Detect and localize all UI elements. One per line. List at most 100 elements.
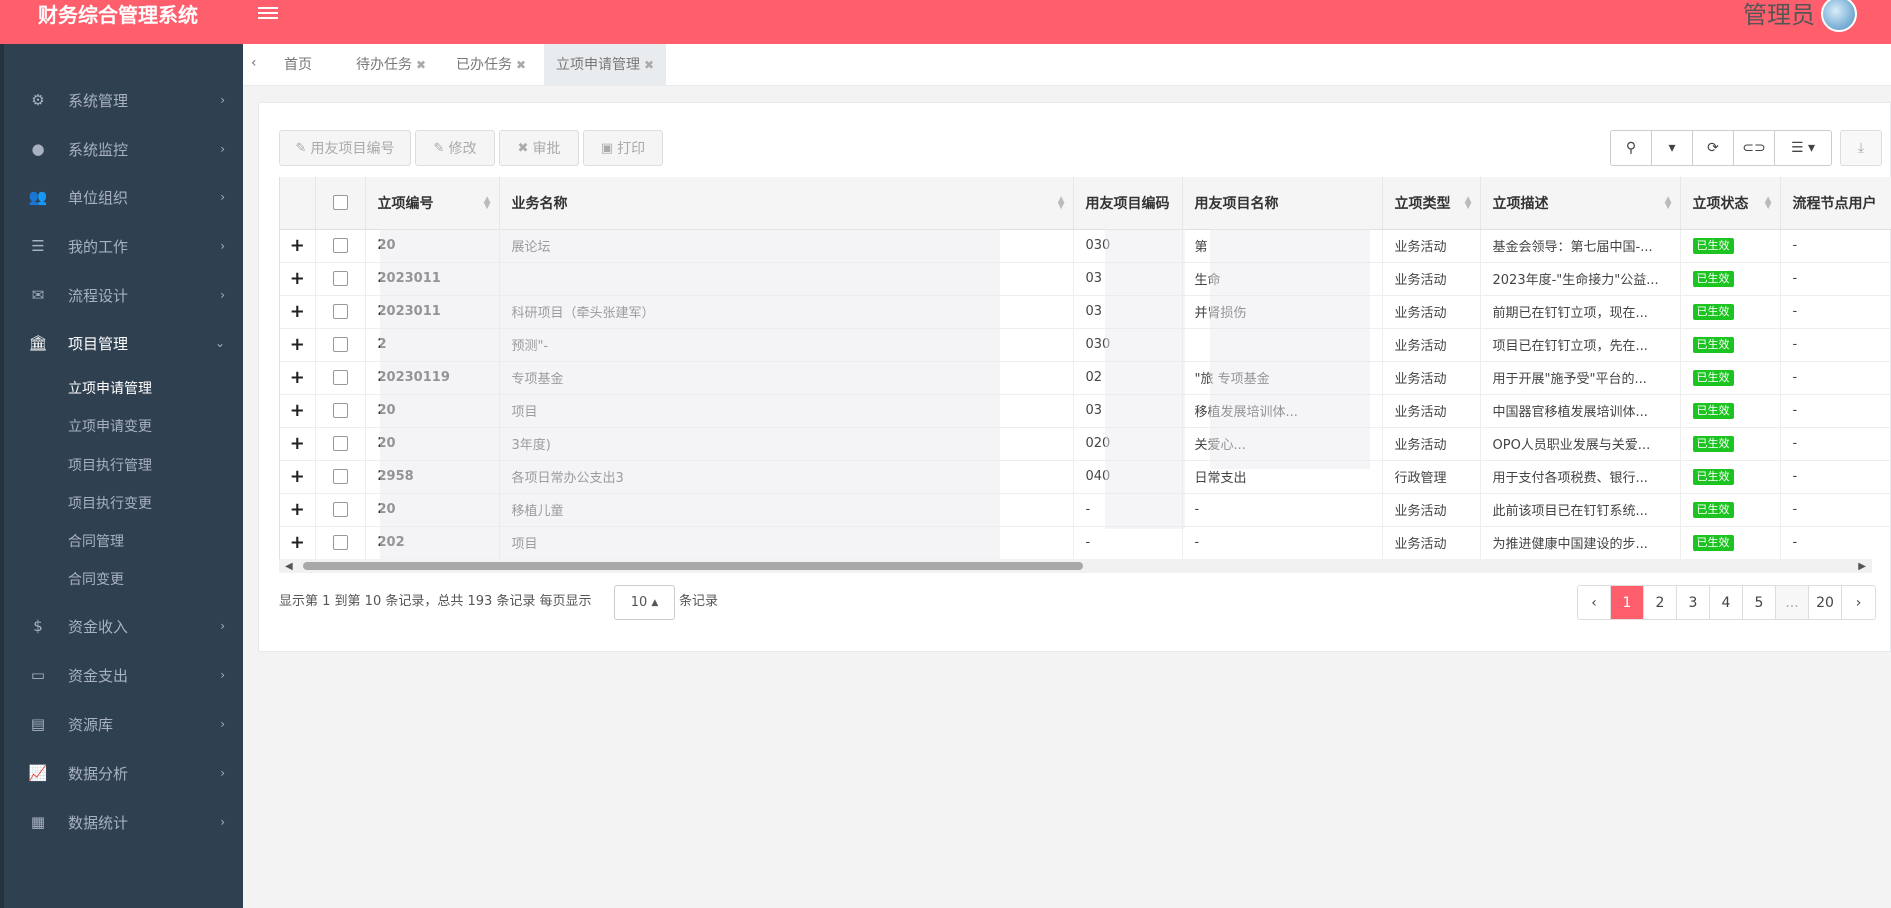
- select-all-checkbox[interactable]: [315, 177, 366, 230]
- edit-button[interactable]: ✎ 修改: [415, 130, 495, 166]
- submenu-item[interactable]: 立项申请变更: [68, 415, 152, 439]
- hamburger-menu-icon[interactable]: [258, 4, 278, 24]
- table-row[interactable]: +2 预测"- 030 业务活动 项目已在钉钉立项，先在... 已生效 -: [280, 328, 1891, 362]
- avatar[interactable]: [1821, 0, 1857, 32]
- horizontal-scrollbar[interactable]: ◀ ▶: [279, 559, 1872, 573]
- cell-project-desc: 此前该项目已在钉钉系统...: [1480, 493, 1681, 527]
- tab-label: 已办任务: [456, 57, 512, 73]
- row-checkbox[interactable]: [315, 460, 366, 494]
- submenu-item[interactable]: 合同变更: [68, 568, 124, 592]
- scroll-left-icon[interactable]: ◀: [285, 561, 293, 572]
- table-row[interactable]: +2023011 科研项目（牵头张建军） 03 并肾损伤 业务活动 前期已在钉钉立项，现在…: [280, 295, 1891, 329]
- tab-done[interactable]: 已办任务 ✖: [444, 44, 538, 86]
- sidebar-item-resources[interactable]: ▤ 资源库 ›: [0, 704, 243, 744]
- sidebar-item-flow[interactable]: ✉ 流程设计 ›: [0, 275, 243, 315]
- row-checkbox[interactable]: [315, 328, 366, 362]
- scroll-right-icon[interactable]: ▶: [1858, 561, 1866, 572]
- user-name[interactable]: 管理员: [1743, 0, 1815, 30]
- column-header[interactable]: 立项编号 ▲ ▼: [365, 177, 500, 230]
- table-row[interactable]: +20 移植儿童 - - 业务活动 此前该项目已在钉钉系统... 已生效 -: [280, 493, 1891, 527]
- next-page-button[interactable]: ›: [1842, 586, 1875, 619]
- download-icon[interactable]: ⤓: [1840, 130, 1882, 166]
- sidebar-item-stats[interactable]: ▦ 数据统计 ›: [0, 802, 243, 842]
- column-header[interactable]: 立项描述 ▲ ▼: [1480, 177, 1681, 230]
- edit-icon: ✎: [295, 140, 307, 156]
- cell-business-name: 展论坛: [499, 229, 1074, 263]
- table-row[interactable]: +2958 各项日常办公支出3 040 日常支出 行政管理 用于支付各项税费、银行... 已…: [280, 460, 1891, 494]
- expand-row-icon[interactable]: +: [280, 361, 316, 395]
- expand-row-icon[interactable]: +: [280, 229, 316, 263]
- tab-project-apply[interactable]: 立项申请管理 ✖: [544, 44, 667, 86]
- cell-yonyou-name: "旅 专项基金: [1182, 361, 1383, 395]
- submenu-item[interactable]: 合同管理: [68, 530, 124, 554]
- page-button[interactable]: 1: [1611, 586, 1644, 619]
- cell-project-id: 202: [365, 526, 500, 559]
- sidebar-item-income[interactable]: $ 资金收入 ›: [0, 606, 243, 646]
- column-header[interactable]: 立项类型 ▲ ▼: [1382, 177, 1481, 230]
- table-row[interactable]: +20230119 专项基金 02 "旅 专项基金 业务活动 用于开展"施予受"平台的..…: [280, 361, 1891, 395]
- toggle-view-icon[interactable]: ⊂⊃: [1734, 131, 1775, 165]
- prev-page-button[interactable]: ‹: [1578, 586, 1611, 619]
- search-icon[interactable]: ⚲: [1611, 131, 1652, 165]
- page-button[interactable]: 20: [1809, 586, 1842, 619]
- approve-button[interactable]: ✖ 审批: [499, 130, 579, 166]
- refresh-icon[interactable]: ⟳: [1693, 131, 1734, 165]
- column-header[interactable]: 业务名称 ▲ ▼: [499, 177, 1074, 230]
- toggle-pagination-icon[interactable]: ▾: [1652, 131, 1693, 165]
- sidebar-item-work[interactable]: ☰ 我的工作 ›: [0, 226, 243, 266]
- page-button[interactable]: 4: [1710, 586, 1743, 619]
- sidebar-item-system[interactable]: ⚙ 系统管理 ›: [0, 80, 243, 120]
- table-row[interactable]: +202 项目 - - 业务活动 为推进健康中国建设的步... 已生效 -: [280, 526, 1891, 559]
- columns-icon[interactable]: ☰ ▾: [1775, 131, 1831, 165]
- expand-row-icon[interactable]: +: [280, 262, 316, 296]
- row-checkbox[interactable]: [315, 493, 366, 527]
- submenu-item[interactable]: 项目执行管理: [68, 454, 152, 478]
- sidebar-item-monitor[interactable]: ● 系统监控 ›: [0, 129, 243, 169]
- column-header[interactable]: 立项状态 ▲ ▼: [1680, 177, 1781, 230]
- expand-row-icon[interactable]: +: [280, 460, 316, 494]
- close-icon[interactable]: ✖: [644, 58, 654, 72]
- sidebar-item-label: 单位组织: [68, 188, 129, 207]
- submenu-item[interactable]: 立项申请管理: [68, 377, 152, 401]
- column-header[interactable]: 用友项目名称: [1182, 177, 1383, 230]
- page-button[interactable]: 3: [1677, 586, 1710, 619]
- close-icon[interactable]: ✖: [416, 58, 426, 72]
- table-row[interactable]: +2023011 03 生命 业务活动 2023年度-"生命接力"公益... 已生效 -: [280, 262, 1891, 296]
- row-checkbox[interactable]: [315, 262, 366, 296]
- sidebar-item-org[interactable]: 👥 单位组织 ›: [0, 177, 243, 217]
- expand-row-icon[interactable]: +: [280, 526, 316, 559]
- expand-row-icon[interactable]: +: [280, 328, 316, 362]
- tab-todo[interactable]: 待办任务 ✖: [344, 44, 438, 86]
- expand-row-icon[interactable]: +: [280, 427, 316, 461]
- scrollbar-thumb[interactable]: [303, 562, 1083, 570]
- row-checkbox[interactable]: [315, 361, 366, 395]
- page-button[interactable]: 2: [1644, 586, 1677, 619]
- submenu-item[interactable]: 项目执行变更: [68, 492, 152, 516]
- expand-row-icon[interactable]: +: [280, 493, 316, 527]
- sidebar-item-analysis[interactable]: 📈 数据分析 ›: [0, 753, 243, 793]
- sidebar-item-project[interactable]: 🏛 项目管理 ⌄: [0, 323, 243, 363]
- table-row[interactable]: +20 项目 03 移植发展培训体... 业务活动 中国器官移植发展培训体... 已生效 -: [280, 394, 1891, 428]
- column-header[interactable]: 用友项目编码: [1073, 177, 1183, 230]
- column-header[interactable]: 流程节点用户: [1780, 177, 1891, 230]
- sidebar-item-label: 流程设计: [68, 286, 129, 305]
- yonyou-code-button[interactable]: ✎ 用友项目编号: [279, 130, 411, 166]
- tab-scroll-left-icon[interactable]: ‹: [251, 55, 257, 71]
- cell-yonyou-name: -: [1182, 526, 1383, 559]
- row-checkbox[interactable]: [315, 229, 366, 263]
- close-icon[interactable]: ✖: [516, 58, 526, 72]
- cell-flow-user: -: [1780, 394, 1891, 428]
- page-size-select[interactable]: 10 ▲: [614, 585, 675, 620]
- sidebar-item-expense[interactable]: ▭ 资金支出 ›: [0, 655, 243, 695]
- row-checkbox[interactable]: [315, 295, 366, 329]
- row-checkbox[interactable]: [315, 526, 366, 559]
- print-button[interactable]: ▣ 打印: [583, 130, 663, 166]
- page-button[interactable]: 5: [1743, 586, 1776, 619]
- table-row[interactable]: +20 展论坛 030 第业务活动 基金会领导：第七届中国-... 已生效 -: [280, 229, 1891, 263]
- row-checkbox[interactable]: [315, 427, 366, 461]
- expand-row-icon[interactable]: +: [280, 394, 316, 428]
- expand-row-icon[interactable]: +: [280, 295, 316, 329]
- row-checkbox[interactable]: [315, 394, 366, 428]
- table-row[interactable]: +20 3年度) 020 关爱心... 业务活动 OPO人员职业发展与关爱... 已生效 -: [280, 427, 1891, 461]
- tab-home[interactable]: 首页: [272, 44, 324, 86]
